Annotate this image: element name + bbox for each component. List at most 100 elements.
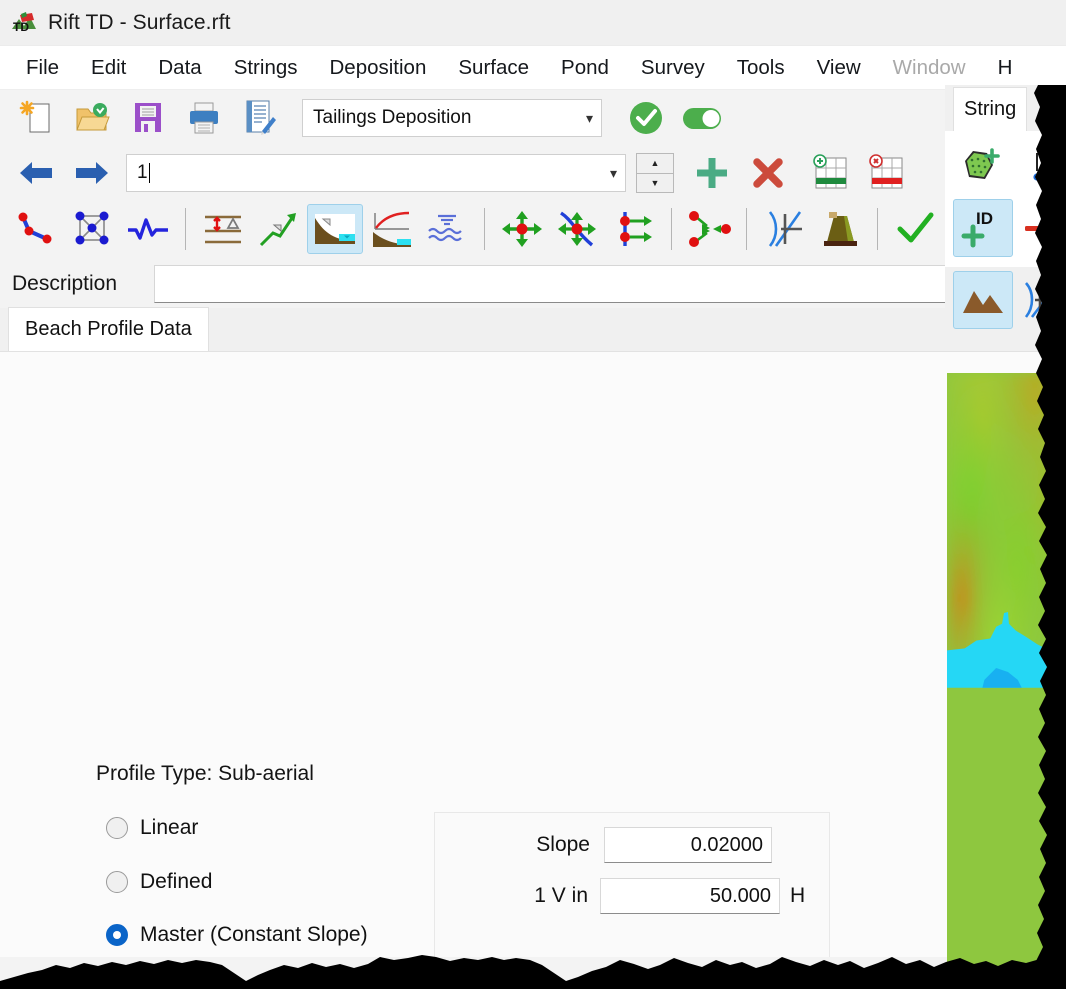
elevation-point-icon[interactable]: [1023, 139, 1066, 195]
spinner-down-button[interactable]: ▼: [637, 174, 673, 193]
dock-view-tabs: [945, 267, 1066, 333]
validate-check-icon[interactable]: [887, 204, 943, 254]
radio-linear[interactable]: Linear: [106, 816, 198, 840]
menu-item-edit[interactable]: Edit: [75, 52, 142, 84]
forward-arrow-icon[interactable]: [64, 148, 120, 198]
beach-profile-icon[interactable]: [307, 204, 363, 254]
terrain-view-icon[interactable]: [953, 271, 1013, 329]
polyline-icon[interactable]: [8, 204, 64, 254]
radio-master-constant-slope[interactable]: Master (Constant Slope): [106, 923, 368, 947]
terrain-heightmap: [947, 373, 1066, 688]
embankment-icon[interactable]: [812, 204, 868, 254]
chevron-down-icon: ▾: [609, 164, 617, 181]
print-icon[interactable]: [176, 93, 232, 143]
delete-line-icon[interactable]: [1013, 200, 1066, 256]
apply-button[interactable]: [618, 93, 674, 143]
svg-text:TD: TD: [13, 20, 29, 34]
menu-item-surface[interactable]: Surface: [442, 52, 545, 84]
window-title: Rift TD - Surface.rft: [48, 10, 231, 34]
menu-item-survey[interactable]: Survey: [625, 52, 721, 84]
string-dock-panel: String ID: [945, 85, 1066, 989]
module-select-value: Tailings Deposition: [313, 107, 472, 128]
app-logo-icon: TD: [10, 9, 38, 37]
title-bar: TD Rift TD - Surface.rft: [0, 0, 1066, 46]
ratio-input[interactable]: 50.000: [600, 878, 780, 914]
intersect-icon[interactable]: [756, 204, 812, 254]
radio-button-icon: [106, 871, 128, 893]
merge-nodes-icon[interactable]: [681, 204, 737, 254]
toolbar-nav: 1 ▾ ▲ ▼: [0, 146, 1066, 200]
open-file-icon[interactable]: [64, 93, 120, 143]
add-polygon-icon[interactable]: [953, 139, 1011, 195]
record-select[interactable]: 1 ▾: [126, 154, 626, 192]
toolbar-tools: [0, 200, 1066, 258]
add-id-icon[interactable]: ID: [953, 199, 1013, 257]
slope-field-row: Slope 0.02000: [470, 827, 772, 863]
toolbar-area: Tailings Deposition ▾ 1 ▾ ▲ ▼: [0, 90, 1066, 260]
record-spinner[interactable]: ▲ ▼: [636, 153, 674, 193]
menu-item-window: Window: [892, 55, 966, 79]
profile-type-title: Profile Type: Sub-aerial: [96, 762, 314, 785]
spinner-up-button[interactable]: ▲: [637, 154, 673, 174]
ratio-suffix: H: [790, 884, 806, 907]
toolbar-separator: [746, 208, 747, 250]
radio-defined[interactable]: Defined: [106, 870, 212, 894]
terrain-map-view[interactable]: [947, 373, 1066, 989]
offset-nodes-icon[interactable]: [606, 204, 662, 254]
radio-button-icon: [106, 817, 128, 839]
move-curve-node-icon[interactable]: [550, 204, 606, 254]
toolbar-separator: [877, 208, 878, 250]
back-arrow-icon[interactable]: [8, 148, 64, 198]
new-file-icon[interactable]: [8, 93, 64, 143]
edit-report-icon[interactable]: [232, 93, 288, 143]
water-surface-icon[interactable]: [419, 204, 475, 254]
slope-label: Slope: [536, 833, 590, 856]
dock-tab-string[interactable]: String: [953, 87, 1028, 131]
record-select-value: 1: [137, 162, 148, 183]
menu-bar: File Edit Data Strings Deposition Surfac…: [0, 46, 1066, 90]
toolbar-main: Tailings Deposition ▾: [0, 90, 1066, 146]
radio-button-icon: [106, 924, 128, 946]
waveform-icon[interactable]: [120, 204, 176, 254]
toolbar-separator: [671, 208, 672, 250]
menu-item-strings[interactable]: Strings: [218, 52, 314, 84]
text-caret: [148, 163, 150, 183]
tab-beach-profile-data[interactable]: Beach Profile Data: [8, 307, 209, 351]
chevron-down-icon: ▾: [585, 109, 593, 126]
profile-curve-icon[interactable]: [363, 204, 419, 254]
menu-item-help[interactable]: H: [982, 52, 1029, 84]
menu-item-pond[interactable]: Pond: [545, 52, 625, 84]
description-label: Description: [12, 272, 118, 295]
add-row-icon[interactable]: [802, 148, 858, 198]
slope-input[interactable]: 0.02000: [604, 827, 772, 863]
menu-item-data[interactable]: Data: [142, 52, 217, 84]
tab-strip: Beach Profile Data: [0, 307, 1066, 352]
power-toggle[interactable]: [674, 93, 730, 143]
dock-tab-strip: String: [945, 85, 1066, 131]
delete-row-icon[interactable]: [858, 148, 914, 198]
ratio-field-row: 1 V in 50.000 H: [470, 878, 805, 914]
mesh-nodes-icon[interactable]: [64, 204, 120, 254]
module-select[interactable]: Tailings Deposition ▾: [302, 99, 602, 137]
menu-item-tools[interactable]: Tools: [721, 52, 801, 84]
application-window: TD Rift TD - Surface.rft File Edit Data …: [0, 0, 1066, 989]
move-node-icon[interactable]: [494, 204, 550, 254]
save-file-icon[interactable]: [120, 93, 176, 143]
ratio-label: 1 V in: [534, 884, 588, 907]
crosshair-view-icon[interactable]: [1013, 272, 1066, 328]
beach-profile-panel: Profile Type: Sub-aerial Linear Defined …: [0, 352, 1066, 957]
menu-item-file[interactable]: File: [10, 52, 75, 84]
dock-tool-rows: ID: [945, 131, 1066, 267]
svg-text:ID: ID: [976, 209, 993, 228]
dock-tool-row-2: ID: [953, 199, 1066, 257]
delete-record-icon[interactable]: [740, 148, 796, 198]
menu-item-view[interactable]: View: [801, 52, 877, 84]
toolbar-separator: [185, 208, 186, 250]
toolbar-separator: [484, 208, 485, 250]
menu-item-deposition[interactable]: Deposition: [314, 52, 443, 84]
add-record-icon[interactable]: [684, 148, 740, 198]
elevation-range-icon[interactable]: [195, 204, 251, 254]
description-input[interactable]: [154, 265, 1050, 303]
description-row: Description: [0, 260, 1066, 308]
slope-arrow-icon[interactable]: [251, 204, 307, 254]
